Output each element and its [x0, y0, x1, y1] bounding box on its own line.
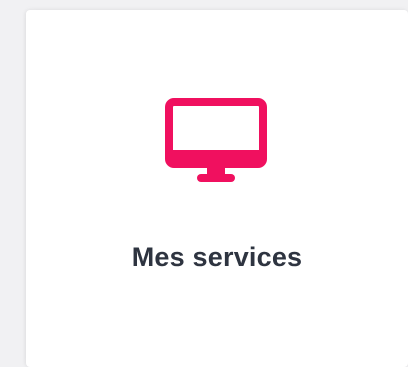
page: Mes services — [0, 0, 408, 367]
services-title: Mes services — [131, 242, 303, 272]
services-card[interactable]: Mes services — [26, 10, 408, 367]
monitor-icon — [165, 98, 267, 188]
